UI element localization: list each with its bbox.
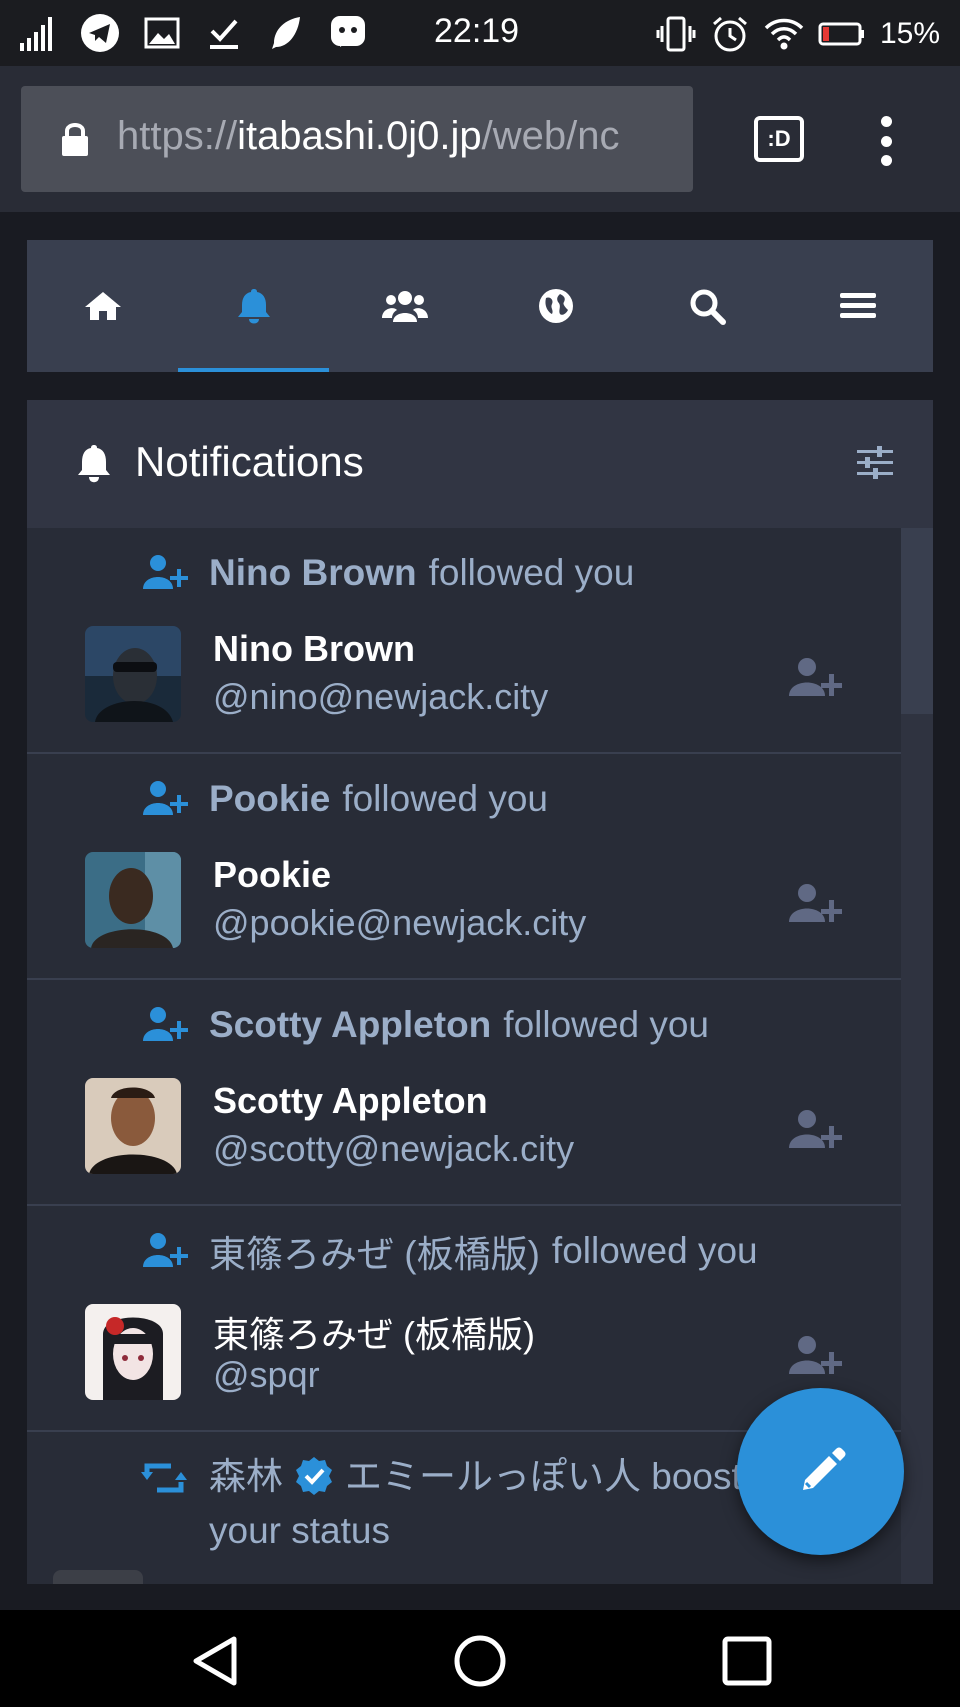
url-scheme: https:// <box>117 114 238 158</box>
browser-menu-button[interactable] <box>874 116 898 166</box>
url-text: https://itabashi.0j0.jp/web/nc <box>117 114 620 159</box>
display-name[interactable]: Scotty Appleton <box>213 1080 488 1122</box>
follow-button[interactable] <box>787 882 845 926</box>
tab-search[interactable] <box>631 240 782 372</box>
compose-button[interactable] <box>737 1388 904 1555</box>
nav-tabs <box>27 240 933 372</box>
account-handle: @pookie@newjack.city <box>213 902 587 943</box>
user-plus-icon <box>143 1007 188 1041</box>
status-icons-right: 15% <box>656 12 940 56</box>
account-handle: @spqr <box>213 1354 320 1395</box>
retweet-icon <box>141 1463 187 1493</box>
account-handle: @nino@newjack.city <box>213 676 549 717</box>
notification-summary: 東篠ろみぜ (板橋版) followed you <box>141 1228 758 1275</box>
globe-icon <box>538 289 573 323</box>
avatar[interactable] <box>85 626 181 722</box>
alarm-icon <box>712 16 747 52</box>
notification-item[interactable]: Nino Brown followed you Nino Brown @nino… <box>27 528 901 754</box>
account-handle: @scotty@newjack.city <box>213 1128 575 1169</box>
battery-percent: 15% <box>879 17 940 50</box>
tab-federated[interactable] <box>480 240 631 372</box>
notification-item[interactable]: 東篠ろみぜ (板橋版) followed you 東篠ろみぜ (板橋版) @sp… <box>27 1206 901 1432</box>
home-icon <box>84 292 121 320</box>
search-icon <box>690 289 726 325</box>
back-icon[interactable] <box>188 1634 242 1688</box>
sliders-icon[interactable] <box>855 444 895 482</box>
scrollbar[interactable] <box>901 528 933 1584</box>
tab-menu[interactable] <box>782 240 933 372</box>
mastodon-icon <box>331 16 365 47</box>
user-plus-icon <box>143 1233 188 1267</box>
bell-icon <box>237 289 270 324</box>
avatar[interactable] <box>85 1304 181 1400</box>
notification-summary: Nino Brown followed you <box>141 550 634 596</box>
display-name[interactable]: Pookie <box>213 854 331 896</box>
pencil-icon <box>802 1447 845 1490</box>
user-plus-icon <box>143 781 188 815</box>
follow-button[interactable] <box>787 656 845 700</box>
notification-account-name[interactable]: Pookie <box>209 778 330 820</box>
vibrate-icon <box>656 16 696 52</box>
status-bar: 22:19 15% <box>0 0 960 66</box>
menu-dot <box>880 155 892 166</box>
avatar <box>53 1570 143 1584</box>
battery-icon <box>818 22 864 46</box>
feather-icon <box>272 17 300 49</box>
gallery-icon <box>144 17 180 49</box>
tab-home[interactable] <box>27 240 178 372</box>
notification-action: followed you <box>503 1004 709 1045</box>
avatar[interactable] <box>85 1078 181 1174</box>
user-plus-icon <box>143 555 188 589</box>
download-done-icon <box>210 19 238 49</box>
bell-icon <box>78 445 110 483</box>
browser-toolbar: https://itabashi.0j0.jp/web/nc :D <box>0 66 960 212</box>
notification-action: followed you <box>342 778 549 819</box>
display-name[interactable]: Nino Brown <box>213 628 415 670</box>
url-field[interactable]: https://itabashi.0j0.jp/web/nc <box>21 86 693 192</box>
scrollbar-thumb[interactable] <box>901 528 933 714</box>
menu-dot <box>880 135 892 147</box>
signal-icon <box>20 17 52 51</box>
notification-account-name[interactable]: 東篠ろみぜ (板橋版) <box>209 1224 540 1278</box>
tab-notifications[interactable] <box>178 240 329 372</box>
display-name[interactable]: 東篠ろみぜ (板橋版) <box>213 1306 535 1358</box>
url-host: itabashi.0j0.jp <box>237 114 482 158</box>
follow-button[interactable] <box>787 1108 845 1152</box>
status-icons-left <box>18 10 368 56</box>
tab-local[interactable] <box>329 240 480 372</box>
menu-icon <box>839 293 876 318</box>
url-path: /web/nc <box>481 114 620 158</box>
notification-summary: Scotty Appleton followed you <box>141 1002 709 1048</box>
tab-switcher-button[interactable]: :D <box>754 116 804 162</box>
verified-badge-icon <box>296 1457 332 1495</box>
wifi-icon <box>764 18 804 50</box>
notification-action: followed you <box>428 552 635 593</box>
avatar[interactable] <box>85 852 181 948</box>
notification-item[interactable]: Scotty Appleton followed you Scotty Appl… <box>27 980 901 1206</box>
notification-summary: Pookie followed you <box>141 776 548 822</box>
notification-account-name[interactable]: Nino Brown <box>209 552 417 594</box>
column-title: Notifications <box>135 438 364 485</box>
menu-dot <box>880 116 892 127</box>
notification-summary: 森林 エミールっぽい人 boosted your status <box>209 1450 809 1558</box>
telegram-icon <box>81 14 119 52</box>
notification-item[interactable]: Pookie followed you Pookie @pookie@newja… <box>27 754 901 980</box>
notification-account-name[interactable]: Scotty Appleton <box>209 1004 491 1046</box>
notification-action: followed you <box>551 1230 758 1271</box>
home-circle-icon[interactable] <box>453 1634 507 1688</box>
users-icon <box>381 291 428 322</box>
follow-button[interactable] <box>787 1334 845 1378</box>
column-header[interactable]: Notifications <box>27 400 933 528</box>
clock: 22:19 <box>434 12 520 50</box>
recents-icon[interactable] <box>720 1634 774 1688</box>
notification-account-name[interactable]: 森林 <box>209 1456 283 1497</box>
system-navigation-bar <box>0 1610 960 1707</box>
lock-icon <box>62 123 88 156</box>
